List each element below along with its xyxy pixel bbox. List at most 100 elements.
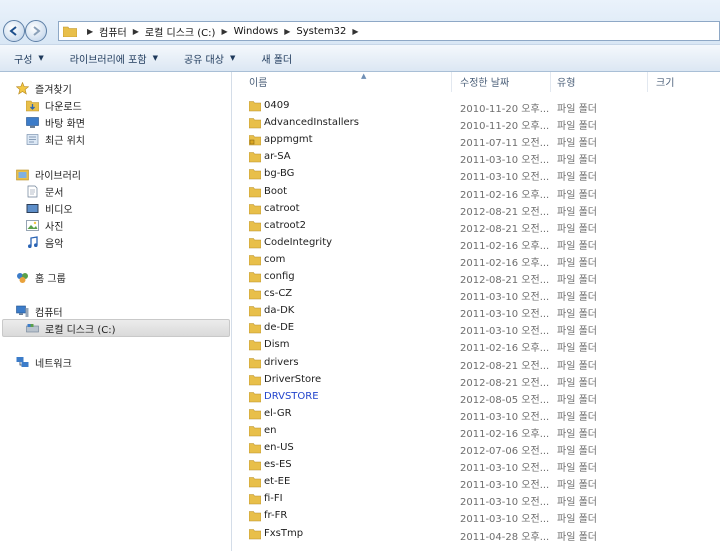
file-row[interactable]: el-GR 2011-03-10 오전... 파일 폴더	[233, 406, 720, 423]
share-with-button[interactable]: 공유 대상 ▼	[184, 51, 235, 66]
file-name[interactable]: en-US	[264, 442, 294, 453]
chevron-right-icon[interactable]: ▶	[221, 27, 227, 36]
file-row[interactable]: DriverStore 2012-08-21 오전... 파일 폴더	[233, 372, 720, 389]
file-row[interactable]: config 2012-08-21 오전... 파일 폴더	[233, 269, 720, 286]
file-row[interactable]: Dism 2011-02-16 오후... 파일 폴더	[233, 337, 720, 354]
nav-videos[interactable]: 비디오	[26, 200, 73, 216]
file-name[interactable]: CodeIntegrity	[264, 237, 332, 248]
file-row[interactable]: 0409 2010-11-20 오후... 파일 폴더	[233, 98, 720, 115]
column-header-name[interactable]: 이름 ▲	[249, 72, 366, 90]
file-row[interactable]: Boot 2011-02-16 오후... 파일 폴더	[233, 184, 720, 201]
nav-favorites[interactable]: 즐겨찾기	[16, 80, 72, 96]
file-row[interactable]: et-EE 2011-03-10 오전... 파일 폴더	[233, 474, 720, 491]
file-row[interactable]: AdvancedInstallers 2010-11-20 오후... 파일 폴더	[233, 115, 720, 132]
file-name[interactable]: ar-SA	[264, 151, 291, 162]
breadcrumb-system32[interactable]: System32	[296, 26, 346, 37]
nav-pictures[interactable]: 사진	[26, 217, 63, 233]
file-name[interactable]: DriverStore	[264, 374, 321, 385]
file-row[interactable]: da-DK 2011-03-10 오전... 파일 폴더	[233, 303, 720, 320]
file-name[interactable]: Boot	[264, 186, 287, 197]
breadcrumb-computer[interactable]: 컴퓨터	[99, 24, 127, 39]
file-row[interactable]: de-DE 2011-03-10 오전... 파일 폴더	[233, 320, 720, 337]
folder-icon	[249, 203, 261, 214]
breadcrumb-local-disk[interactable]: 로컬 디스크 (C:)	[145, 24, 216, 39]
file-type: 파일 폴더	[557, 497, 597, 509]
nav-downloads[interactable]: 다운로드	[26, 97, 82, 113]
file-row[interactable]: drivers 2012-08-21 오전... 파일 폴더	[233, 355, 720, 372]
organize-button[interactable]: 구성 ▼	[14, 51, 44, 66]
file-name[interactable]: en	[264, 425, 277, 436]
file-name[interactable]: fi-FI	[264, 493, 283, 504]
nav-network[interactable]: 네트워크	[16, 354, 72, 370]
file-row[interactable]: fr-FR 2011-03-10 오전... 파일 폴더	[233, 508, 720, 525]
column-divider[interactable]	[550, 72, 551, 92]
file-date-modified: 2011-03-10 오전...	[460, 411, 550, 423]
file-name[interactable]: catroot	[264, 203, 300, 214]
column-header-date[interactable]: 수정한 날짜	[460, 74, 509, 90]
file-row[interactable]: FxsTmp 2011-04-28 오후... 파일 폴더	[233, 526, 720, 543]
file-date-modified: 2012-08-21 오전...	[460, 223, 550, 235]
new-folder-button[interactable]: 새 폴더	[261, 51, 292, 66]
chevron-right-icon[interactable]: ▶	[352, 27, 358, 36]
file-name[interactable]: Dism	[264, 339, 289, 350]
nav-libraries[interactable]: 라이브러리	[16, 166, 81, 182]
file-name[interactable]: es-ES	[264, 459, 292, 470]
file-name[interactable]: cs-CZ	[264, 288, 292, 299]
column-divider[interactable]	[647, 72, 648, 92]
back-button[interactable]	[3, 20, 25, 42]
file-date-modified: 2011-02-16 오후...	[460, 189, 550, 201]
file-name[interactable]: FxsTmp	[264, 528, 303, 539]
file-name[interactable]: config	[264, 271, 295, 282]
file-name[interactable]: DRVSTORE	[264, 391, 319, 402]
file-name[interactable]: appmgmt	[264, 134, 313, 145]
file-name[interactable]: da-DK	[264, 305, 294, 316]
nav-music[interactable]: 음악	[26, 234, 63, 250]
nav-local-disk[interactable]: 로컬 디스크 (C:)	[26, 320, 116, 336]
file-name[interactable]: el-GR	[264, 408, 292, 419]
file-row[interactable]: catroot2 2012-08-21 오전... 파일 폴더	[233, 218, 720, 235]
file-row[interactable]: catroot 2012-08-21 오전... 파일 폴더	[233, 201, 720, 218]
file-row[interactable]: com 2011-02-16 오후... 파일 폴더	[233, 252, 720, 269]
file-name[interactable]: drivers	[264, 357, 299, 368]
chevron-right-icon[interactable]: ▶	[87, 27, 93, 36]
desktop-icon	[26, 116, 39, 128]
file-row[interactable]: cs-CZ 2011-03-10 오전... 파일 폴더	[233, 286, 720, 303]
chevron-right-icon[interactable]: ▶	[284, 27, 290, 36]
file-row[interactable]: fi-FI 2011-03-10 오전... 파일 폴더	[233, 491, 720, 508]
file-name[interactable]: catroot2	[264, 220, 306, 231]
file-date-modified: 2011-03-10 오전...	[460, 172, 550, 184]
file-row[interactable]: es-ES 2011-03-10 오전... 파일 폴더	[233, 457, 720, 474]
file-row[interactable]: DRVSTORE 2012-08-05 오전... 파일 폴더	[233, 389, 720, 406]
include-in-library-button[interactable]: 라이브러리에 포함 ▼	[70, 51, 158, 66]
nav-computer[interactable]: 컴퓨터	[16, 303, 63, 319]
chevron-right-icon[interactable]: ▶	[133, 27, 139, 36]
nav-desktop[interactable]: 바탕 화면	[26, 114, 85, 130]
file-name[interactable]: 0409	[264, 100, 289, 111]
forward-button[interactable]	[25, 20, 47, 42]
file-date-modified: 2011-02-16 오후...	[460, 257, 550, 269]
file-row[interactable]: CodeIntegrity 2011-02-16 오후... 파일 폴더	[233, 235, 720, 252]
file-row[interactable]: appmgmt 2011-07-11 오전... 파일 폴더	[233, 132, 720, 149]
column-divider[interactable]	[451, 72, 452, 92]
nav-recent-places[interactable]: 최근 위치	[26, 131, 85, 147]
file-name[interactable]: de-DE	[264, 322, 294, 333]
file-name[interactable]: fr-FR	[264, 510, 287, 521]
file-row[interactable]: ar-SA 2011-03-10 오전... 파일 폴더	[233, 149, 720, 166]
file-name[interactable]: AdvancedInstallers	[264, 117, 359, 128]
file-date-modified: 2011-03-10 오전...	[460, 463, 550, 475]
file-name[interactable]: com	[264, 254, 285, 265]
file-name[interactable]: et-EE	[264, 476, 290, 487]
file-row[interactable]: en-US 2012-07-06 오전... 파일 폴더	[233, 440, 720, 457]
dropdown-arrow-icon: ▼	[38, 54, 44, 62]
file-type: 파일 폴더	[557, 309, 597, 321]
file-type: 파일 폴더	[557, 189, 597, 201]
address-field[interactable]: ▶ 컴퓨터 ▶ 로컬 디스크 (C:) ▶ Windows ▶ System32…	[58, 21, 720, 41]
column-header-size[interactable]: 크기	[656, 74, 674, 90]
column-header-type[interactable]: 유형	[557, 74, 575, 90]
nav-homegroup[interactable]: 홈 그룹	[16, 269, 66, 285]
breadcrumb-windows[interactable]: Windows	[234, 26, 279, 37]
file-row[interactable]: en 2011-02-16 오후... 파일 폴더	[233, 423, 720, 440]
file-row[interactable]: bg-BG 2011-03-10 오전... 파일 폴더	[233, 166, 720, 183]
nav-documents[interactable]: 문서	[26, 183, 63, 199]
file-name[interactable]: bg-BG	[264, 168, 294, 179]
